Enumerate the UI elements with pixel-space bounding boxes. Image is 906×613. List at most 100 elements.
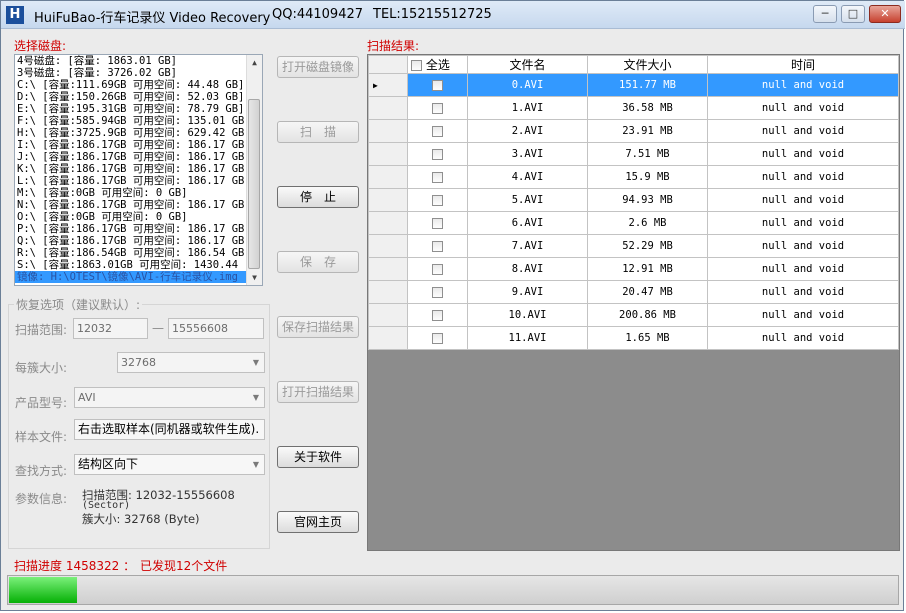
table-row[interactable]: 4.AVI 15.9 MB null and void [368, 165, 899, 189]
row-checkbox[interactable] [432, 309, 443, 321]
row-checkbox-cell[interactable] [407, 211, 468, 235]
disk-list-item[interactable]: Q:\ [容量:186.17GB 可用空间: 186.17 GB] [15, 235, 262, 247]
filesize-column-header[interactable]: 文件大小 [587, 55, 708, 74]
stop-button[interactable]: 停 止 [277, 186, 359, 208]
row-header[interactable] [368, 211, 408, 235]
row-checkbox-cell[interactable] [407, 257, 468, 281]
range-end-input[interactable]: 15556608 [168, 318, 264, 339]
title-bar[interactable]: H HuiFuBao-行车记录仪 Video Recovery QQ:44109… [1, 1, 905, 29]
row-header[interactable]: ▶ [368, 73, 408, 97]
row-header[interactable] [368, 280, 408, 304]
row-header[interactable] [368, 165, 408, 189]
row-header[interactable] [368, 96, 408, 120]
row-checkbox[interactable] [432, 217, 443, 229]
row-checkbox[interactable] [432, 194, 443, 206]
table-row[interactable]: 7.AVI 52.29 MB null and void [368, 234, 899, 258]
open-disk-image-button[interactable]: 打开磁盘镜像 [277, 56, 359, 78]
row-header[interactable] [368, 303, 408, 327]
table-row[interactable]: 11.AVI 1.65 MB null and void [368, 326, 899, 350]
row-checkbox[interactable] [432, 263, 443, 275]
range-start-input[interactable]: 12032 [73, 318, 148, 339]
sample-file-input[interactable]: 右击选取样本(同机器或软件生成). [74, 419, 265, 440]
about-button[interactable]: 关于软件 [277, 446, 359, 468]
product-model-select[interactable]: AVI ▼ [74, 387, 265, 408]
open-scan-results-button[interactable]: 打开扫描结果 [277, 381, 359, 403]
disk-list-item[interactable]: 4号磁盘: [容量: 1863.01 GB] [15, 55, 262, 67]
disk-list-item[interactable]: P:\ [容量:186.17GB 可用空间: 186.17 GB] [15, 223, 262, 235]
disk-list[interactable]: 4号磁盘: [容量: 1863.01 GB] 3号磁盘: [容量: 3726.02… [14, 54, 263, 286]
table-row[interactable]: 2.AVI 23.91 MB null and void [368, 119, 899, 143]
row-header[interactable] [368, 142, 408, 166]
row-checkbox-cell[interactable] [407, 234, 468, 258]
disk-list-item[interactable]: D:\ [容量:150.26GB 可用空间: 52.03 GB] [15, 91, 262, 103]
disk-list-item[interactable]: N:\ [容量:186.17GB 可用空间: 186.17 GB] [15, 199, 262, 211]
row-checkbox[interactable] [432, 171, 443, 183]
table-row[interactable]: 3.AVI 7.51 MB null and void [368, 142, 899, 166]
row-checkbox[interactable] [432, 125, 443, 137]
save-button[interactable]: 保 存 [277, 251, 359, 273]
disk-list-item[interactable]: S:\ [容量:1863.01GB 可用空间: 1430.44 [15, 259, 262, 271]
row-checkbox[interactable] [432, 332, 443, 344]
row-checkbox-cell[interactable] [407, 188, 468, 212]
disk-list-item[interactable]: K:\ [容量:186.17GB 可用空间: 186.17 GB] [15, 163, 262, 175]
disk-list-item[interactable]: L:\ [容量:186.17GB 可用空间: 186.17 GB] [15, 175, 262, 187]
row-header[interactable] [368, 188, 408, 212]
row-checkbox-cell[interactable] [407, 142, 468, 166]
row-header[interactable] [368, 326, 408, 350]
row-checkbox-cell[interactable] [407, 96, 468, 120]
row-checkbox[interactable] [432, 240, 443, 252]
find-method-value: 结构区向下 [78, 457, 139, 471]
row-checkbox-cell[interactable] [407, 73, 468, 97]
table-row[interactable]: ▶ 0.AVI 151.77 MB null and void [368, 73, 899, 97]
table-row[interactable]: 1.AVI 36.58 MB null and void [368, 96, 899, 120]
time-column-header[interactable]: 时间 [707, 55, 899, 74]
website-button[interactable]: 官网主页 [277, 511, 359, 533]
disk-list-item[interactable]: J:\ [容量:186.17GB 可用空间: 186.17 GB] [15, 151, 262, 163]
select-all-header[interactable]: 全选 [407, 55, 468, 74]
find-method-select[interactable]: 结构区向下 ▼ [74, 454, 265, 475]
minimize-button[interactable]: ─ [813, 5, 837, 23]
table-row[interactable]: 9.AVI 20.47 MB null and void [368, 280, 899, 304]
row-checkbox-cell[interactable] [407, 280, 468, 304]
disk-list-item[interactable]: F:\ [容量:585.94GB 可用空间: 135.01 GB] [15, 115, 262, 127]
scroll-down-icon[interactable]: ▼ [247, 270, 262, 285]
close-button[interactable]: ✕ [869, 5, 901, 23]
table-row[interactable]: 8.AVI 12.91 MB null and void [368, 257, 899, 281]
disk-list-item[interactable]: C:\ [容量:111.69GB 可用空间: 44.48 GB] [15, 79, 262, 91]
files-found-label: 已发现12个文件 [140, 559, 228, 573]
row-checkbox[interactable] [432, 286, 443, 298]
table-row[interactable]: 5.AVI 94.93 MB null and void [368, 188, 899, 212]
row-header[interactable] [368, 119, 408, 143]
scan-button[interactable]: 扫 描 [277, 121, 359, 143]
disk-list-item[interactable]: O:\ [容量:0GB 可用空间: 0 GB] [15, 211, 262, 223]
disk-list-item[interactable]: R:\ [容量:186.54GB 可用空间: 186.54 GB] [15, 247, 262, 259]
disk-list-item[interactable]: E:\ [容量:195.31GB 可用空间: 78.79 GB] [15, 103, 262, 115]
row-checkbox-cell[interactable] [407, 119, 468, 143]
maximize-button[interactable]: □ [841, 5, 865, 23]
filename-column-header[interactable]: 文件名 [467, 55, 588, 74]
disk-list-item[interactable]: H:\ [容量:3725.9GB 可用空间: 629.42 GB] [15, 127, 262, 139]
scroll-thumb[interactable] [248, 99, 260, 269]
table-row[interactable]: 10.AVI 200.86 MB null and void [368, 303, 899, 327]
disk-list-scrollbar[interactable]: ▲ ▼ [246, 55, 262, 285]
row-checkbox[interactable] [432, 79, 443, 91]
scroll-up-icon[interactable]: ▲ [247, 55, 262, 70]
disk-list-item[interactable]: 3号磁盘: [容量: 3726.02 GB] [15, 67, 262, 79]
select-all-checkbox[interactable] [411, 60, 422, 71]
row-header[interactable] [368, 257, 408, 281]
save-scan-results-button[interactable]: 保存扫描结果 [277, 316, 359, 338]
disk-list-item[interactable]: M:\ [容量:0GB 可用空间: 0 GB] [15, 187, 262, 199]
scan-results-label: 扫描结果: [367, 39, 420, 53]
row-checkbox-cell[interactable] [407, 326, 468, 350]
row-checkbox-cell[interactable] [407, 165, 468, 189]
scan-results-grid[interactable]: 全选 文件名 文件大小 时间 ▶ 0.AVI 151.77 MB null and v… [367, 54, 900, 551]
disk-list-item[interactable]: I:\ [容量:186.17GB 可用空间: 186.17 GB] [15, 139, 262, 151]
table-row[interactable]: 6.AVI 2.6 MB null and void [368, 211, 899, 235]
row-checkbox-cell[interactable] [407, 303, 468, 327]
disk-list-rows: 4号磁盘: [容量: 1863.01 GB] 3号磁盘: [容量: 3726.02… [15, 55, 262, 283]
disk-list-item[interactable]: 镜像: H:\OTEST\镜像\AVI-行车记录仪.img [15, 271, 262, 283]
row-checkbox[interactable] [432, 148, 443, 160]
cluster-size-select[interactable]: 32768 ▼ [117, 352, 265, 373]
row-checkbox[interactable] [432, 102, 443, 114]
row-header[interactable] [368, 234, 408, 258]
